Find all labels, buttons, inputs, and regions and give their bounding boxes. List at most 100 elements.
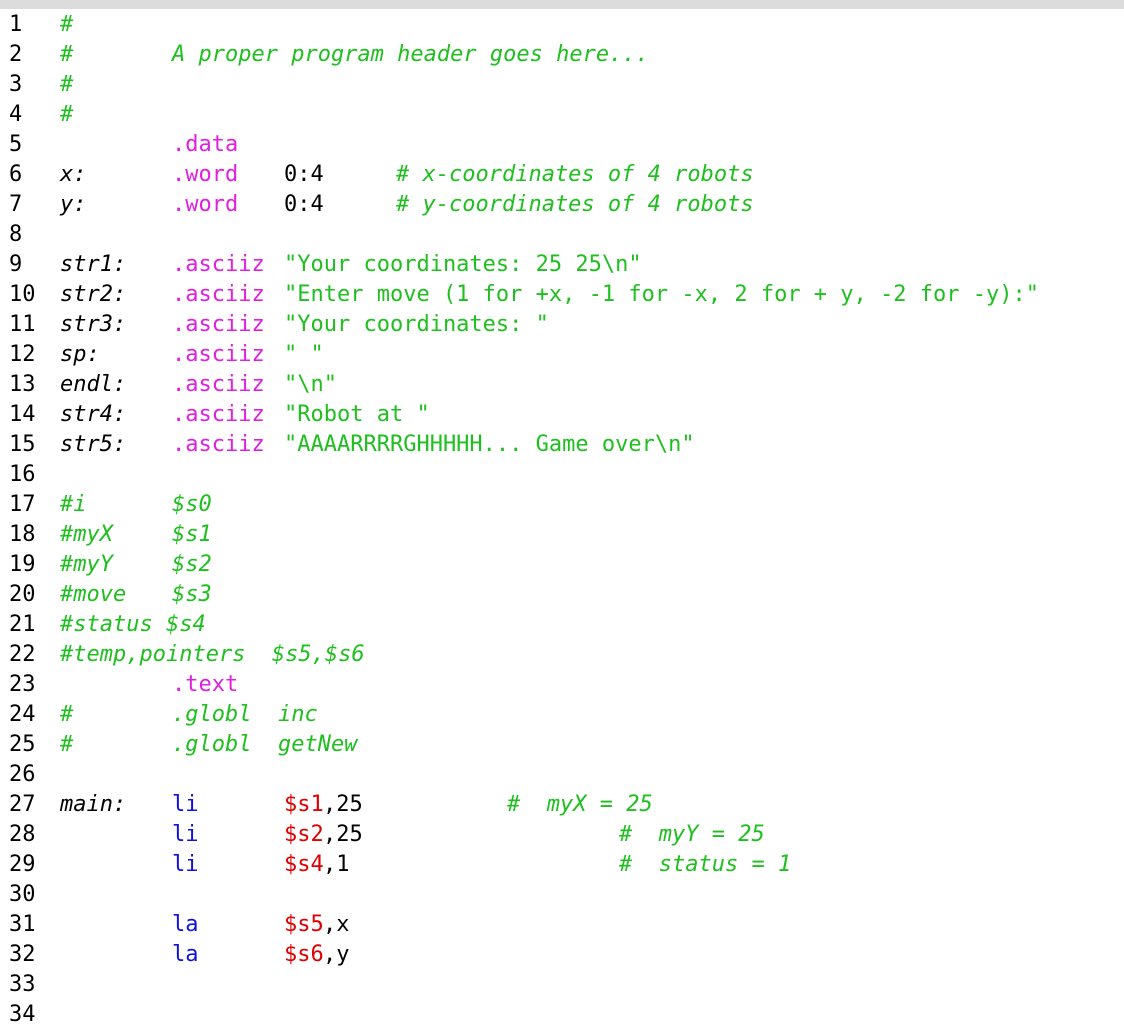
line-number: 27 — [9, 792, 36, 817]
code-line[interactable]: 3 # — [0, 70, 1124, 100]
code-token-hash: # — [60, 72, 74, 97]
code-token-dir: .word — [172, 192, 239, 217]
code-token-comment: #i — [60, 492, 87, 517]
code-line[interactable]: 14 str4: .asciiz "Robot at " — [0, 400, 1124, 430]
code-token-str: "Your coordinates: 25 25\n" — [284, 252, 642, 277]
code-line[interactable]: 17 #i $s0 — [0, 490, 1124, 520]
code-token-dir: .asciiz — [172, 252, 265, 277]
line-number: 10 — [9, 282, 36, 307]
code-token-comment: #move — [60, 582, 127, 607]
code-token-op: li — [172, 792, 199, 817]
code-token-label: str4: — [60, 402, 127, 427]
code-line[interactable]: 30 — [0, 880, 1124, 910]
code-token-comment: $s1 — [172, 522, 212, 547]
code-line[interactable]: 23 .text — [0, 670, 1124, 700]
code-token-plain: ,25 — [323, 822, 363, 847]
line-number: 29 — [9, 852, 36, 877]
code-token-dir: .word — [172, 162, 239, 187]
code-token-dir: .asciiz — [172, 282, 265, 307]
code-token-plain: ,1 — [323, 852, 350, 877]
code-line[interactable]: 24 # .globl inc — [0, 700, 1124, 730]
code-line[interactable]: 10 str2: .asciiz "Enter move (1 for +x, -1 … — [0, 280, 1124, 310]
line-number: 33 — [9, 972, 36, 997]
code-line[interactable]: 33 — [0, 970, 1124, 1000]
line-number: 13 — [9, 372, 36, 397]
code-line[interactable]: 12 sp: .asciiz " " — [0, 340, 1124, 370]
code-token-comment: #myX — [60, 522, 113, 547]
code-line[interactable]: 32 la $s6 ,y — [0, 940, 1124, 970]
line-number: 2 — [9, 42, 23, 67]
code-line[interactable]: 9 str1: .asciiz "Your coordinates: 25 25\n" — [0, 250, 1124, 280]
line-number: 24 — [9, 702, 36, 727]
code-line[interactable]: 21 #status $s4 — [0, 610, 1124, 640]
code-line[interactable]: 27 main: li $s1,25 # myX = 25 — [0, 790, 1124, 820]
code-token-label: str5: — [60, 432, 127, 457]
line-number: 21 — [9, 612, 36, 637]
line-number: 23 — [9, 672, 36, 697]
code-token-label: main: — [60, 792, 127, 817]
code-token-reg: $s6 — [284, 942, 324, 967]
line-number: 25 — [9, 732, 36, 757]
code-line[interactable]: 2 # A proper program header goes here... — [0, 40, 1124, 70]
code-token-label: sp: — [60, 342, 100, 367]
code-line[interactable]: 8 — [0, 220, 1124, 250]
code-line[interactable]: 1 # — [0, 10, 1124, 40]
code-token-comment: A proper program header goes here... — [172, 42, 649, 67]
code-line[interactable]: 5 .data — [0, 130, 1124, 160]
code-token-comment: # myX = 25 — [507, 792, 653, 817]
line-number: 19 — [9, 552, 36, 577]
code-line[interactable]: 34 — [0, 1000, 1124, 1030]
code-token-op: li — [172, 852, 199, 877]
code-token-hash: # — [60, 102, 74, 127]
code-line[interactable]: 20 #move $s3 — [0, 580, 1124, 610]
code-line[interactable]: 18 #myX $s1 — [0, 520, 1124, 550]
code-token-label: endl: — [60, 372, 127, 397]
code-line[interactable]: 22 #temp,pointers $s5,$s6 — [0, 640, 1124, 670]
code-line[interactable]: 7 y: .word 0:4 # y-coordinates of 4 robots — [0, 190, 1124, 220]
code-line[interactable]: 6 x: .word 0:4 # x-coordinates of 4 robots — [0, 160, 1124, 190]
code-token-hash: # — [60, 732, 74, 757]
code-token-comment: # status = 1 — [619, 852, 792, 877]
code-token-label: y: — [60, 192, 87, 217]
code-token-hash: # — [60, 702, 74, 727]
code-line[interactable]: 31 la $s5 ,x — [0, 910, 1124, 940]
line-number: 12 — [9, 342, 36, 367]
code-line[interactable]: 13 endl: .asciiz "\n" — [0, 370, 1124, 400]
code-token-str: "Robot at " — [284, 402, 430, 427]
code-line[interactable]: 4 # — [0, 100, 1124, 130]
code-token-reg: $s5 — [284, 912, 324, 937]
line-number: 11 — [9, 312, 36, 337]
code-token-str: "Your coordinates: " — [284, 312, 549, 337]
code-token-str: "AAAARRRRGHHHHH... Game over\n" — [284, 432, 695, 457]
code-token-comment: .globl getNew — [172, 732, 358, 757]
code-token-dir: .data — [172, 132, 239, 157]
line-number: 30 — [9, 882, 36, 907]
code-token-dir: .asciiz — [172, 372, 265, 397]
code-token-reg: $s4 — [284, 852, 324, 877]
code-line[interactable]: 16 — [0, 460, 1124, 490]
line-number: 17 — [9, 492, 36, 517]
window-top-bar — [0, 0, 1124, 9]
code-token-dir: .asciiz — [172, 432, 265, 457]
code-token-plain: 0:4 — [284, 162, 324, 187]
code-line[interactable]: 19 #myY $s2 — [0, 550, 1124, 580]
code-line[interactable]: 15 str5: .asciiz "AAAARRRRGHHHHH... Game ov… — [0, 430, 1124, 460]
code-token-dir: .asciiz — [172, 312, 265, 337]
code-token-op: la — [172, 912, 199, 937]
line-number: 8 — [9, 222, 23, 247]
code-token-op: li — [172, 822, 199, 847]
code-line[interactable]: 29 li $s4,1 # status = 1 — [0, 850, 1124, 880]
code-token-str: "Enter move (1 for +x, -1 for -x, 2 for … — [284, 282, 1039, 307]
code-token-comment: $s3 — [172, 582, 212, 607]
code-token-hash: # — [60, 42, 74, 67]
code-token-reg: $s1 — [284, 792, 324, 817]
line-number: 6 — [9, 162, 23, 187]
code-token-comment: #temp,pointers $s5,$s6 — [60, 642, 365, 667]
code-token-comment: .globl inc — [172, 702, 318, 727]
code-token-dir: .asciiz — [172, 342, 265, 367]
code-line[interactable]: 11 str3: .asciiz "Your coordinates: " — [0, 310, 1124, 340]
code-line[interactable]: 25 # .globl getNew — [0, 730, 1124, 760]
line-number: 18 — [9, 522, 36, 547]
code-line[interactable]: 28 li $s2,25 # myY = 25 — [0, 820, 1124, 850]
code-line[interactable]: 26 — [0, 760, 1124, 790]
